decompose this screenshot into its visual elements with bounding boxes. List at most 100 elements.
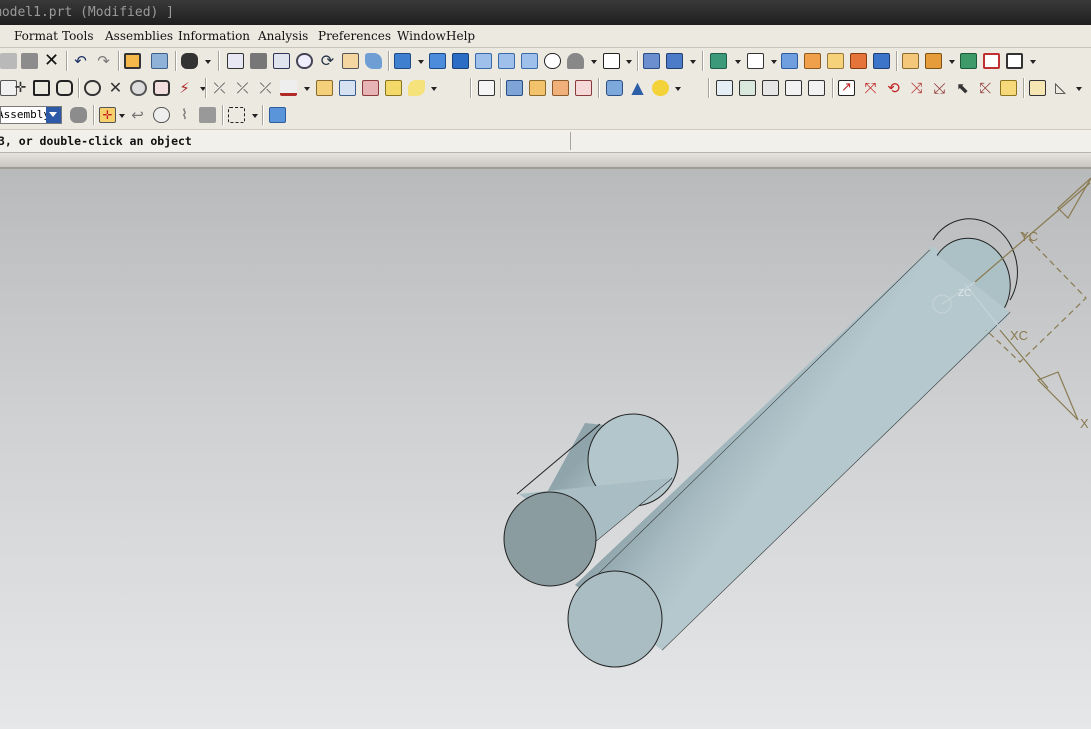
block-icon[interactable]	[873, 53, 890, 69]
select-body-icon[interactable]	[199, 107, 216, 123]
undo-selection-icon[interactable]: ↩	[129, 107, 146, 123]
selection-filter-dropdown[interactable]: Assembly	[0, 106, 62, 124]
rectangle-select-icon[interactable]	[228, 107, 245, 123]
menu-window[interactable]: Window	[397, 29, 446, 43]
sketch-icon[interactable]	[747, 53, 764, 69]
chevron-down-icon[interactable]	[46, 107, 61, 123]
menu-analysis[interactable]: Analysis	[258, 29, 308, 43]
short-cylinder-end-face[interactable]	[503, 491, 597, 587]
shell-icon[interactable]	[739, 80, 756, 96]
split-body-icon[interactable]	[808, 80, 825, 96]
cone-icon[interactable]: ▲	[629, 80, 646, 96]
right-view-icon[interactable]	[475, 53, 492, 69]
section-curve-icon[interactable]	[362, 80, 379, 96]
render-style-icon[interactable]	[567, 53, 584, 69]
edit-curve-dropdown-caret[interactable]	[304, 87, 310, 91]
pocket-icon[interactable]	[1006, 53, 1023, 69]
work-layer-icon[interactable]	[643, 53, 660, 69]
pad-icon[interactable]	[506, 80, 523, 96]
cylinder-icon[interactable]	[606, 80, 623, 96]
chamfer-dropdown-caret[interactable]	[949, 60, 955, 64]
pan-icon[interactable]	[342, 53, 359, 69]
layer-dropdown-caret[interactable]	[690, 60, 696, 64]
measure-angle-icon[interactable]: ◺	[1052, 80, 1069, 96]
rectangle-icon[interactable]	[33, 80, 50, 96]
sketch-dropdown-caret[interactable]	[771, 60, 777, 64]
curve-ops-dropdown-caret[interactable]	[431, 87, 437, 91]
wcs-origin-icon[interactable]: ⤧	[862, 80, 879, 96]
wcs-display-icon[interactable]: ⬉	[954, 80, 971, 96]
csys-icon[interactable]	[1000, 80, 1017, 96]
measure-dropdown-caret[interactable]	[1076, 87, 1082, 91]
primitive-dropdown-caret[interactable]	[675, 87, 681, 91]
select-face-icon[interactable]	[153, 107, 170, 123]
offset-face-icon[interactable]	[716, 80, 733, 96]
front-view-icon[interactable]	[429, 53, 446, 69]
slot-icon[interactable]	[529, 80, 546, 96]
wcs-orient-icon[interactable]: ⤨	[908, 80, 925, 96]
measure-distance-icon[interactable]	[1029, 80, 1046, 96]
extrude-icon[interactable]	[781, 53, 798, 69]
offset-curve-icon[interactable]: ⚡	[176, 80, 193, 96]
sweep-icon[interactable]	[827, 53, 844, 69]
redo-icon[interactable]: ↷	[95, 53, 112, 69]
zoom-box-icon[interactable]	[250, 53, 267, 69]
law-curve-icon[interactable]	[153, 80, 170, 96]
intersect-curve-icon[interactable]	[339, 80, 356, 96]
feature-dropdown-caret[interactable]	[735, 60, 741, 64]
rotate-icon[interactable]: ⟳	[319, 53, 336, 69]
sphere-icon[interactable]	[652, 80, 669, 96]
wcs-save-icon[interactable]: ⤪	[977, 80, 994, 96]
shaded-render-icon[interactable]	[544, 53, 561, 69]
binoculars-icon[interactable]	[181, 53, 198, 69]
back-view-icon[interactable]	[521, 53, 538, 69]
undo-icon[interactable]: ↶	[72, 53, 89, 69]
spline-icon[interactable]: ✕	[107, 80, 124, 96]
groove-icon[interactable]	[552, 80, 569, 96]
snap-dropdown-caret[interactable]	[119, 114, 125, 118]
wcs-dynamics-icon[interactable]: ↗	[838, 80, 855, 96]
find-dropdown-caret[interactable]	[205, 60, 211, 64]
delete-icon[interactable]: ✕	[43, 52, 60, 70]
fit-view-icon[interactable]	[227, 53, 244, 69]
magnify-icon[interactable]	[296, 53, 313, 69]
select-method-dropdown-caret[interactable]	[252, 114, 258, 118]
boolean-icon[interactable]	[850, 53, 867, 69]
menu-tools[interactable]: Tools	[62, 29, 94, 43]
feature-icon[interactable]	[710, 53, 727, 69]
wcs-rotate-icon[interactable]: ⟲	[885, 80, 902, 96]
layer-settings-icon[interactable]	[666, 53, 683, 69]
thicken-icon[interactable]	[762, 80, 779, 96]
copy-icon[interactable]	[0, 53, 17, 69]
revolve-icon[interactable]	[804, 53, 821, 69]
polygon-icon[interactable]	[56, 80, 73, 96]
menu-format[interactable]: Format	[14, 29, 58, 43]
long-cylinder-end-face[interactable]	[567, 570, 663, 668]
thread-icon[interactable]	[575, 80, 592, 96]
snap-point-icon[interactable]: ✛	[99, 107, 116, 123]
trim-curve-icon[interactable]: ⤫	[211, 80, 228, 96]
pocket-dropdown-caret[interactable]	[1030, 60, 1036, 64]
wrap-curve-icon[interactable]	[408, 80, 425, 96]
left-view-icon[interactable]	[498, 53, 515, 69]
select-edge-icon[interactable]: ⌇	[176, 107, 193, 123]
wcs-change-direction-icon[interactable]: ⤩	[931, 80, 948, 96]
chamfer-icon[interactable]	[925, 53, 942, 69]
edge-blend-icon[interactable]	[902, 53, 919, 69]
paste-icon[interactable]	[21, 53, 38, 69]
menu-assemblies[interactable]: Assemblies	[105, 29, 173, 43]
menu-information[interactable]: Information	[178, 29, 250, 43]
ellipse-icon[interactable]	[84, 80, 101, 96]
class-selection-icon[interactable]	[151, 53, 168, 69]
perspective-icon[interactable]	[365, 53, 382, 69]
hole-icon[interactable]	[960, 53, 977, 69]
graphics-viewport[interactable]: YC XC ZC X	[0, 169, 1091, 729]
helix-icon[interactable]	[130, 80, 147, 96]
trim-body-icon[interactable]	[785, 80, 802, 96]
view-dropdown-caret[interactable]	[418, 60, 424, 64]
background-dropdown-caret[interactable]	[626, 60, 632, 64]
extract-curve-icon[interactable]	[385, 80, 402, 96]
part-navigator-icon[interactable]	[269, 107, 286, 123]
selection-scope-icon[interactable]	[70, 107, 87, 123]
menu-preferences[interactable]: Preferences	[318, 29, 391, 43]
